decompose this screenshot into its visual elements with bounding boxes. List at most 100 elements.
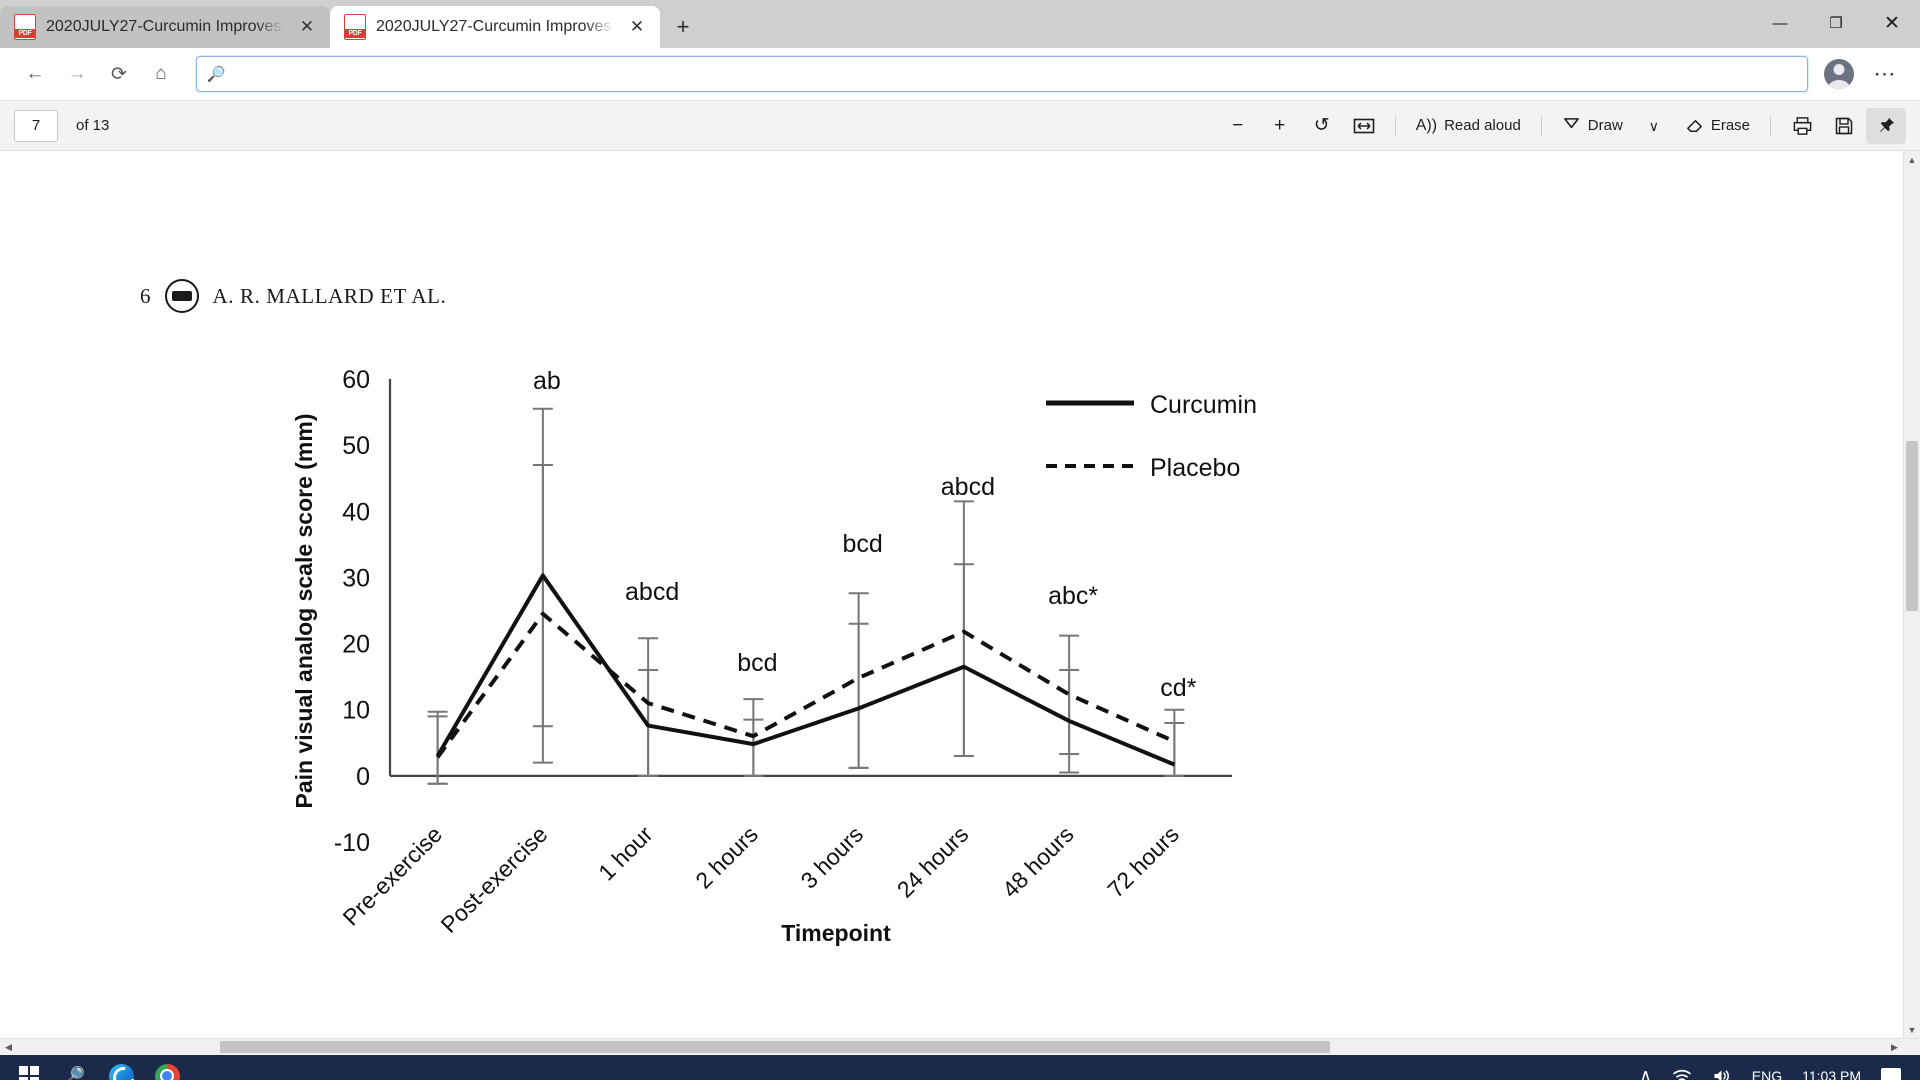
draw-options-button[interactable]: ∨ — [1634, 108, 1674, 144]
volume-button[interactable] — [1703, 1055, 1741, 1080]
browser-navigation-bar: ← → ⟳ ⌂ 🔍 ⋯ — [0, 48, 1920, 101]
chevron-down-icon: ∨ — [1648, 117, 1659, 134]
volume-icon — [1714, 1070, 1729, 1080]
read-aloud-button[interactable]: A)) Read aloud — [1407, 108, 1530, 144]
edge-icon — [108, 1063, 134, 1080]
windows-taskbar: 🔍 ∧ ENG 11:03 PM — [0, 1055, 1920, 1080]
forward-icon[interactable]: → — [58, 55, 96, 93]
svg-text:Curcumin: Curcumin — [1150, 391, 1257, 419]
svg-text:20: 20 — [342, 631, 370, 659]
pin-icon — [1879, 117, 1894, 133]
chrome-icon — [154, 1063, 180, 1080]
browser-tab-strip: 2020JULY27-Curcumin Improves ✕ 2020JULY2… — [0, 0, 1920, 48]
horizontal-scroll-thumb[interactable] — [220, 1041, 1330, 1053]
home-icon[interactable]: ⌂ — [142, 55, 180, 93]
clock[interactable]: 11:03 PM — [1793, 1055, 1870, 1080]
svg-text:bcd: bcd — [737, 649, 777, 677]
svg-text:Placebo: Placebo — [1150, 454, 1240, 482]
avatar[interactable] — [1824, 59, 1854, 89]
toolbar-divider — [1540, 114, 1542, 137]
network-icon — [1672, 1069, 1691, 1080]
svg-text:10: 10 — [342, 697, 370, 725]
maximize-icon[interactable]: ❐ — [1808, 0, 1864, 46]
page-total-label: of 13 — [76, 117, 110, 134]
address-bar[interactable]: 🔍 — [196, 56, 1808, 92]
start-button[interactable] — [6, 1055, 52, 1080]
svg-text:bcd: bcd — [842, 530, 882, 558]
read-aloud-label: Read aloud — [1444, 117, 1521, 134]
save-button[interactable] — [1824, 108, 1864, 144]
pain-vas-line-chart: -10 0 10 20 30 40 50 60 Pain visual analog scale… — [291, 366, 1257, 946]
erase-button[interactable]: Erase — [1676, 108, 1759, 144]
windows-start-icon — [19, 1066, 39, 1080]
taskbar-search-button[interactable]: 🔍 — [52, 1055, 98, 1080]
taskbar-chrome-button[interactable] — [144, 1055, 190, 1080]
browser-settings-icon[interactable]: ⋯ — [1866, 61, 1904, 87]
back-icon[interactable]: ← — [16, 55, 54, 93]
scroll-up-icon[interactable]: ▲ — [1904, 151, 1920, 168]
close-icon[interactable]: ✕ — [294, 14, 320, 40]
browser-tab-1[interactable]: 2020JULY27-Curcumin Improves ✕ — [0, 6, 330, 48]
draw-button[interactable]: Draw — [1553, 108, 1632, 144]
vertical-scrollbar[interactable]: ▲ ▼ — [1903, 151, 1920, 1038]
language-indicator[interactable]: ENG — [1743, 1055, 1791, 1080]
scroll-right-icon[interactable]: ▶ — [1886, 1039, 1903, 1056]
toolbar-divider — [1394, 114, 1396, 137]
tab-title: 2020JULY27-Curcumin Improves — [46, 18, 282, 35]
system-tray: ∧ ENG 11:03 PM — [1630, 1055, 1914, 1080]
new-tab-button[interactable]: + — [666, 10, 700, 44]
minimize-icon[interactable]: — — [1752, 0, 1808, 46]
network-button[interactable] — [1663, 1055, 1701, 1080]
notification-icon — [1881, 1068, 1901, 1080]
browser-tab-2[interactable]: 2020JULY27-Curcumin Improves ✕ — [330, 6, 660, 48]
close-icon[interactable]: ✕ — [624, 14, 650, 40]
fit-width-icon — [1353, 118, 1375, 133]
notifications-button[interactable] — [1872, 1055, 1910, 1080]
rotate-icon: ↺ — [1313, 115, 1330, 136]
save-disk-icon — [1835, 117, 1853, 134]
vertical-scroll-thumb[interactable] — [1906, 441, 1918, 611]
search-icon: 🔍 — [207, 66, 226, 83]
svg-text:40: 40 — [342, 498, 370, 526]
fit-to-width-button[interactable] — [1344, 108, 1384, 144]
read-aloud-icon: A)) — [1415, 116, 1438, 134]
svg-text:2 hours: 2 hours — [690, 821, 763, 894]
svg-text:24 hours: 24 hours — [892, 821, 974, 903]
scroll-left-icon[interactable]: ◀ — [0, 1039, 17, 1056]
pdf-document-viewport[interactable]: 6 A. R. MALLARD ET AL. -10 0 10 20 30 40 50 60 P… — [0, 151, 1920, 1038]
svg-text:1 hour: 1 hour — [593, 821, 658, 886]
toolbar-divider — [1770, 114, 1771, 137]
show-hidden-icons-button[interactable]: ∧ — [1630, 1055, 1660, 1080]
svg-text:50: 50 — [342, 432, 370, 460]
pin-toolbar-button[interactable] — [1866, 107, 1906, 144]
rotate-button[interactable]: ↺ — [1302, 108, 1342, 144]
svg-text:Timepoint: Timepoint — [781, 920, 891, 946]
svg-text:abcd: abcd — [941, 473, 995, 501]
svg-text:30: 30 — [342, 564, 370, 592]
window-controls: — ❐ ✕ — [1752, 0, 1920, 46]
address-input[interactable] — [233, 65, 1797, 83]
zoom-in-button[interactable]: + — [1260, 108, 1300, 144]
print-button[interactable] — [1782, 108, 1822, 144]
svg-text:3 hours: 3 hours — [796, 821, 869, 894]
svg-text:72 hours: 72 hours — [1102, 821, 1184, 903]
tab-title: 2020JULY27-Curcumin Improves — [376, 18, 612, 35]
svg-text:Pain visual analog scale score: Pain visual analog scale score (mm) — [291, 414, 317, 809]
scroll-down-icon[interactable]: ▼ — [1904, 1021, 1920, 1038]
refresh-icon[interactable]: ⟳ — [100, 55, 138, 93]
pdf-file-icon — [344, 14, 366, 40]
svg-text:Post-exercise: Post-exercise — [436, 821, 553, 938]
page-number-input[interactable] — [14, 109, 58, 142]
svg-text:48 hours: 48 hours — [997, 821, 1079, 903]
svg-text:abc*: abc* — [1048, 582, 1098, 610]
svg-text:-10: -10 — [334, 829, 370, 857]
zoom-out-button[interactable]: − — [1218, 108, 1258, 144]
erase-label: Erase — [1710, 117, 1750, 134]
window-close-icon[interactable]: ✕ — [1864, 0, 1920, 46]
chevron-up-icon: ∧ — [1639, 1066, 1652, 1080]
taskbar-edge-button[interactable] — [98, 1055, 144, 1080]
svg-text:ab: ab — [533, 367, 561, 395]
svg-text:0: 0 — [356, 763, 370, 791]
pdf-toolbar: of 13 − + ↺ A)) Read aloud Draw ∨ Erase — [0, 101, 1920, 151]
horizontal-scrollbar[interactable]: ◀ ▶ — [0, 1038, 1920, 1055]
